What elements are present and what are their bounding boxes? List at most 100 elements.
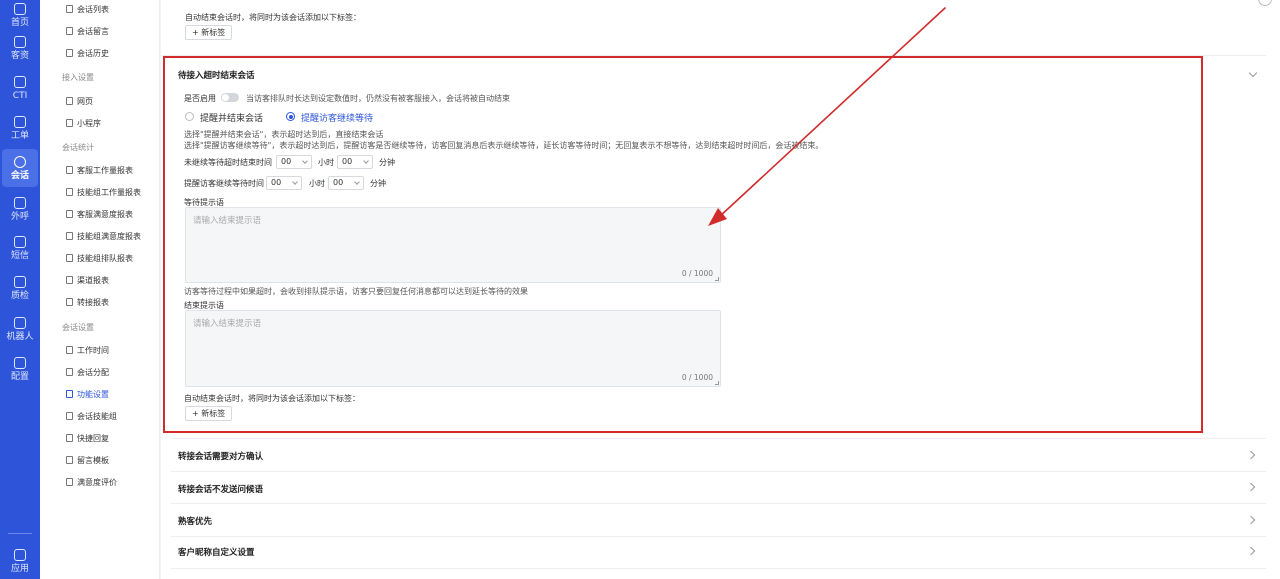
subnav-label: 客服工作量报表	[77, 165, 133, 175]
subnav-item-feature-settings[interactable]: 功能设置	[66, 387, 109, 401]
contacts-icon	[14, 35, 26, 48]
document-icon	[66, 368, 73, 376]
document-icon	[66, 49, 73, 57]
subnav-item-stats-3[interactable]: 技能组满意度报表	[66, 229, 141, 243]
document-icon	[66, 166, 73, 174]
rail-item-contacts[interactable]: 客资	[0, 29, 40, 67]
subnav-group-settings: 会话设置	[62, 323, 94, 332]
secondary-nav: 会话列表 会话留言 会话历史 接入设置 网页 小程序 会话统计 客服工作量报表 …	[40, 0, 160, 579]
subnav-label: 功能设置	[77, 389, 109, 399]
subnav-label: 小程序	[77, 118, 101, 128]
subnav-item-work-hours[interactable]: 工作时间	[66, 343, 109, 357]
section-divider	[171, 438, 1266, 439]
robot-icon	[14, 316, 26, 329]
subnav-item-stats-2[interactable]: 客服满意度报表	[66, 207, 133, 221]
subnav-label: 网页	[77, 96, 93, 106]
chevron-right-icon[interactable]	[1246, 546, 1256, 556]
document-icon	[66, 232, 73, 240]
subnav-label: 渠道报表	[77, 275, 109, 285]
phone-icon	[14, 196, 26, 209]
rail-label: 工单	[10, 130, 29, 141]
subnav-label: 转接报表	[77, 297, 109, 307]
document-icon	[66, 210, 73, 218]
rail-label: CTI	[12, 90, 28, 101]
rail-label: 配置	[10, 371, 29, 382]
document-icon	[66, 119, 73, 127]
section-divider	[171, 536, 1266, 537]
subnav-item-stats-4[interactable]: 技能组排队报表	[66, 251, 133, 265]
chevron-down-icon[interactable]	[1248, 68, 1258, 78]
subnav-item-satisfaction[interactable]: 满意度评价	[66, 475, 117, 489]
subnav-item-chat-messages[interactable]: 会话留言	[66, 24, 109, 38]
chat-icon	[14, 155, 26, 168]
subnav-item-stats-0[interactable]: 客服工作量报表	[66, 163, 133, 177]
section-returning-customer-priority[interactable]: 熟客优先	[178, 515, 212, 527]
apps-icon	[14, 548, 26, 561]
subnav-item-stats-5[interactable]: 渠道报表	[66, 273, 109, 287]
subnav-item-web[interactable]: 网页	[66, 94, 93, 108]
subnav-label: 会话留言	[77, 26, 109, 36]
rail-item-inspection[interactable]: 质检	[0, 269, 40, 307]
document-icon	[66, 434, 73, 442]
document-icon	[66, 346, 73, 354]
subnav-item-skill-groups[interactable]: 会话技能组	[66, 409, 117, 423]
document-icon	[66, 188, 73, 196]
rail-label: 应用	[10, 563, 29, 574]
subnav-label: 会话列表	[77, 4, 109, 14]
chevron-right-icon[interactable]	[1246, 482, 1256, 492]
subnav-item-stats-1[interactable]: 技能组工作量报表	[66, 185, 141, 199]
subnav-label: 技能组工作量报表	[77, 187, 141, 197]
rail-item-robot[interactable]: 机器人	[0, 310, 40, 348]
inspection-icon	[14, 275, 26, 288]
document-icon	[66, 478, 73, 486]
sms-icon	[14, 235, 26, 248]
subnav-item-assignment[interactable]: 会话分配	[66, 365, 109, 379]
section-transfer-confirm[interactable]: 转接会话需要对方确认	[178, 450, 263, 462]
subnav-label: 技能组排队报表	[77, 253, 133, 263]
subnav-label: 留言模板	[77, 455, 109, 465]
subnav-label: 满意度评价	[77, 477, 117, 487]
document-icon	[66, 254, 73, 262]
subnav-label: 客服满意度报表	[77, 209, 133, 219]
rail-item-chat[interactable]: 会话	[2, 149, 38, 187]
document-icon	[66, 412, 73, 420]
subnav-label: 工作时间	[77, 345, 109, 355]
subnav-item-miniprogram[interactable]: 小程序	[66, 116, 101, 130]
settings-icon	[14, 356, 26, 369]
section-transfer-no-greeting[interactable]: 转接会话不发送问候语	[178, 483, 263, 495]
subnav-group-stats: 会话统计	[62, 143, 94, 152]
subnav-label: 快捷回复	[77, 433, 109, 443]
section-custom-nickname[interactable]: 客户昵称自定义设置	[178, 546, 255, 558]
rail-item-cti[interactable]: CTI	[0, 69, 40, 107]
rail-item-outbound[interactable]: 外呼	[0, 190, 40, 228]
rail-item-sms[interactable]: 短信	[0, 229, 40, 267]
rail-item-ticket[interactable]: 工单	[0, 109, 40, 147]
subnav-item-message-templates[interactable]: 留言模板	[66, 453, 109, 467]
rail-label: 外呼	[10, 211, 29, 222]
document-icon	[66, 27, 73, 35]
section-divider	[171, 503, 1266, 504]
rail-label: 短信	[10, 250, 29, 261]
document-icon	[66, 298, 73, 306]
chevron-right-icon[interactable]	[1246, 450, 1256, 460]
new-tag-button-top[interactable]: + 新标签	[185, 25, 233, 40]
rail-item-apps[interactable]: 应用	[0, 542, 40, 579]
document-icon	[66, 97, 73, 105]
rail-label: 首页	[10, 17, 29, 28]
rail-label: 质检	[10, 290, 29, 301]
subnav-label: 会话技能组	[77, 411, 117, 421]
subnav-item-chat-history[interactable]: 会话历史	[66, 46, 109, 60]
document-icon	[66, 5, 73, 13]
rail-divider	[8, 533, 32, 534]
home-icon	[14, 2, 26, 15]
chevron-right-icon[interactable]	[1246, 515, 1256, 525]
subnav-label: 会话历史	[77, 48, 109, 58]
subnav-item-chat-list[interactable]: 会话列表	[66, 2, 109, 16]
subnav-item-stats-6[interactable]: 转接报表	[66, 295, 109, 309]
document-icon	[66, 456, 73, 464]
rail-label: 客资	[10, 50, 29, 61]
document-icon	[66, 276, 73, 284]
section-divider	[171, 471, 1266, 472]
subnav-item-quick-reply[interactable]: 快捷回复	[66, 431, 109, 445]
rail-item-settings[interactable]: 配置	[0, 350, 40, 388]
